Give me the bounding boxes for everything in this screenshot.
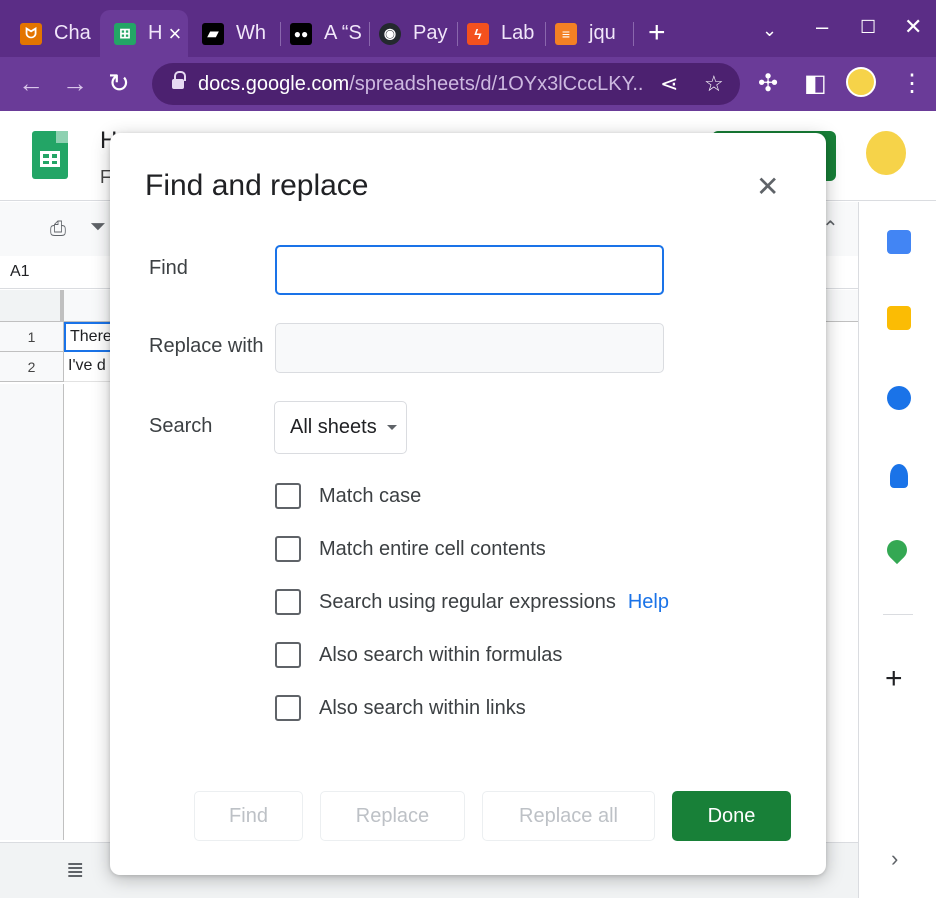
within-links-checkbox[interactable] bbox=[275, 695, 301, 721]
browser-tab[interactable]: ●● A “S bbox=[276, 10, 368, 57]
option-label: Match case bbox=[319, 484, 422, 507]
book-favicon-icon: ▰ bbox=[202, 22, 224, 45]
forward-icon[interactable]: → bbox=[62, 67, 88, 99]
name-box[interactable]: A1 bbox=[10, 263, 30, 281]
tab-label: Cha bbox=[54, 22, 91, 44]
sheets-logo-icon[interactable] bbox=[32, 131, 68, 179]
replace-button[interactable]: Replace bbox=[320, 791, 465, 841]
tab-label: Lab bbox=[501, 22, 535, 44]
browser-tab[interactable]: ᗢ Cha bbox=[6, 10, 98, 57]
tab-label: A “S bbox=[324, 22, 362, 44]
match-entire-cell-checkbox[interactable] bbox=[275, 536, 301, 562]
option-regex[interactable]: Search using regular expressions Help bbox=[275, 588, 669, 616]
side-panel-icon[interactable]: ◧ bbox=[804, 69, 827, 98]
tab-separator bbox=[633, 22, 634, 46]
browser-tab[interactable]: ϟ Lab bbox=[453, 10, 545, 57]
close-window-icon[interactable]: ✕ bbox=[904, 14, 922, 40]
all-sheets-list-icon[interactable]: ≣ bbox=[66, 857, 84, 883]
maximize-icon[interactable]: ☐ bbox=[860, 17, 876, 38]
find-button[interactable]: Find bbox=[194, 791, 303, 841]
replace-input[interactable] bbox=[275, 323, 664, 373]
side-panel-apps: + › bbox=[858, 202, 936, 898]
minimize-icon[interactable]: – bbox=[816, 14, 828, 40]
close-tab-icon[interactable]: × bbox=[168, 21, 181, 47]
bookmark-star-icon[interactable]: ☆ bbox=[704, 71, 724, 97]
done-button[interactable]: Done bbox=[672, 791, 791, 841]
replace-all-button[interactable]: Replace all bbox=[482, 791, 655, 841]
search-scope-label: Search bbox=[149, 415, 213, 437]
tasks-icon[interactable] bbox=[887, 386, 911, 410]
browser-menu-icon[interactable]: ⋮ bbox=[900, 69, 924, 98]
row-gutter bbox=[0, 384, 64, 840]
browser-toolbar: ← → ↻ docs.google.com/spreadsheets/d/1OY… bbox=[0, 57, 936, 111]
browser-tab[interactable]: ◉ Pay bbox=[365, 10, 457, 57]
keep-icon[interactable] bbox=[887, 306, 911, 330]
regex-help-link[interactable]: Help bbox=[628, 591, 669, 614]
maps-icon[interactable] bbox=[882, 535, 912, 565]
medium-favicon-icon: ●● bbox=[290, 22, 312, 45]
address-bar[interactable]: docs.google.com/spreadsheets/d/1OYx3lCcc… bbox=[152, 63, 740, 105]
tab-label: H bbox=[148, 22, 163, 44]
dropdown-caret-icon bbox=[386, 425, 397, 430]
extensions-puzzle-icon[interactable]: ✣ bbox=[758, 69, 778, 98]
lightning-favicon-icon: ϟ bbox=[467, 22, 489, 45]
search-scope-select[interactable]: All sheets bbox=[274, 401, 407, 454]
filter-icon[interactable]: ⏷ bbox=[90, 216, 106, 239]
within-formulas-checkbox[interactable] bbox=[275, 642, 301, 668]
side-panel-divider bbox=[883, 614, 913, 615]
find-replace-dialog: Find and replace ✕ Find Replace with Sea… bbox=[110, 133, 826, 875]
match-case-checkbox[interactable] bbox=[275, 483, 301, 509]
lock-icon bbox=[172, 71, 186, 91]
option-match-case[interactable]: Match case bbox=[275, 482, 421, 510]
url-text: docs.google.com/spreadsheets/d/1OYx3lCcc… bbox=[198, 72, 642, 95]
print-icon[interactable]: ⎙ bbox=[50, 218, 66, 241]
browser-tab-strip: ᗢ Cha ⊞ H × ▰ Wh ●● A “S ◉ Pay ϟ Lab ≡ j… bbox=[0, 0, 936, 57]
option-label: Also search within formulas bbox=[319, 643, 563, 666]
profile-avatar[interactable] bbox=[846, 67, 876, 97]
chat-favicon-icon: ᗢ bbox=[20, 22, 42, 45]
find-label: Find bbox=[149, 257, 188, 279]
back-icon[interactable]: ← bbox=[18, 67, 44, 99]
row-header[interactable]: 2 bbox=[0, 352, 64, 382]
contacts-icon[interactable] bbox=[890, 464, 908, 488]
get-addons-plus-icon[interactable]: + bbox=[885, 662, 903, 696]
new-tab-icon[interactable]: + bbox=[648, 18, 666, 48]
tab-label: Wh bbox=[236, 22, 266, 44]
option-match-entire-cell[interactable]: Match entire cell contents bbox=[275, 535, 546, 563]
option-label: Match entire cell contents bbox=[319, 537, 546, 560]
reload-icon[interactable]: ↻ bbox=[108, 67, 130, 99]
select-all-corner[interactable] bbox=[0, 290, 64, 322]
option-label: Also search within links bbox=[319, 696, 526, 719]
tab-label: Pay bbox=[413, 22, 448, 44]
option-label: Search using regular expressions bbox=[319, 590, 616, 613]
sheets-favicon-icon: ⊞ bbox=[114, 22, 136, 45]
stackoverflow-favicon-icon: ≡ bbox=[555, 22, 577, 45]
expand-side-panel-icon[interactable]: › bbox=[891, 846, 898, 872]
share-icon[interactable]: ⋖ bbox=[660, 71, 678, 97]
row-header[interactable]: 1 bbox=[0, 322, 64, 352]
browser-tab-active[interactable]: ⊞ H × bbox=[100, 10, 188, 57]
replace-label: Replace with bbox=[149, 335, 264, 357]
regex-checkbox[interactable] bbox=[275, 589, 301, 615]
dialog-title: Find and replace bbox=[145, 169, 369, 202]
option-within-links[interactable]: Also search within links bbox=[275, 694, 526, 722]
calendar-icon[interactable] bbox=[887, 230, 911, 254]
account-avatar[interactable] bbox=[866, 131, 906, 175]
tab-label: jqu bbox=[589, 22, 616, 44]
tab-search-chevron-icon[interactable]: ⌄ bbox=[762, 20, 777, 41]
search-scope-value: All sheets bbox=[290, 416, 377, 438]
option-within-formulas[interactable]: Also search within formulas bbox=[275, 641, 562, 669]
find-input[interactable] bbox=[275, 245, 664, 295]
browser-tab[interactable]: ≡ jqu bbox=[541, 10, 633, 57]
close-icon[interactable]: ✕ bbox=[756, 173, 779, 201]
github-favicon-icon: ◉ bbox=[379, 22, 401, 45]
browser-tab[interactable]: ▰ Wh bbox=[188, 10, 270, 57]
